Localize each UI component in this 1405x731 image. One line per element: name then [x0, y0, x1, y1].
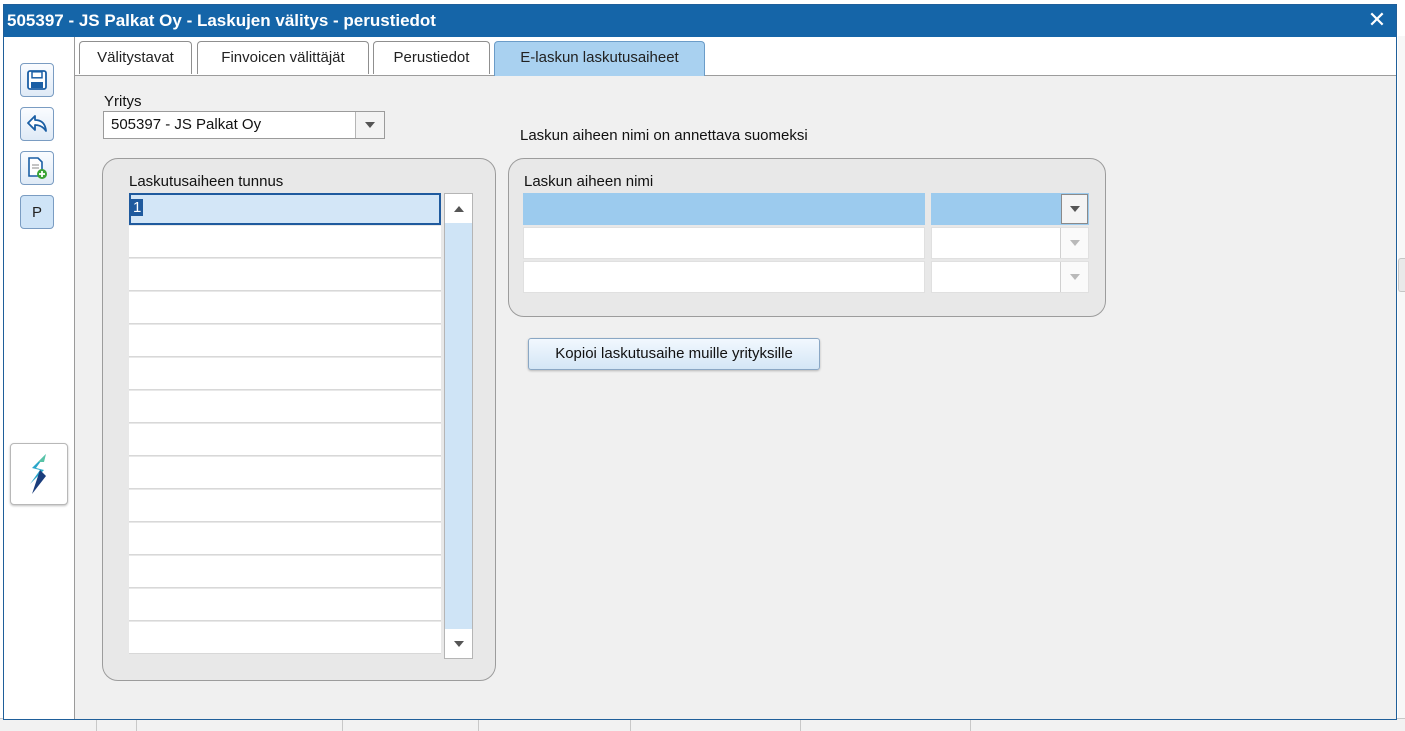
chevron-down-icon[interactable]: [1060, 262, 1088, 292]
dialog-window: 505397 - JS Palkat Oy - Laskujen välitys…: [3, 4, 1397, 720]
tab-perustiedot[interactable]: Perustiedot: [373, 41, 490, 74]
copy-subject-button[interactable]: Kopioi laskutusaihe muille yrityksille: [528, 338, 820, 370]
company-label: Yritys: [104, 93, 142, 110]
tab-valitystavat[interactable]: Välitystavat: [79, 41, 192, 74]
list-item[interactable]: [129, 259, 441, 291]
background-cell: [970, 719, 1291, 731]
background-side-tab: [1398, 258, 1405, 292]
list-item[interactable]: [129, 457, 441, 489]
company-select[interactable]: 505397 - JS Palkat Oy: [103, 111, 385, 139]
close-icon[interactable]: ✕: [1366, 9, 1388, 31]
main-content: Välitystavat Finvoicen välittäjät Perust…: [75, 37, 1396, 719]
app-logo-button[interactable]: [10, 443, 68, 505]
list-item[interactable]: [129, 589, 441, 621]
window-title: 505397 - JS Palkat Oy - Laskujen välitys…: [7, 11, 436, 30]
list-item[interactable]: [129, 424, 441, 456]
list-item[interactable]: [129, 358, 441, 390]
p-button[interactable]: P: [20, 195, 54, 229]
app-logo-icon: [30, 454, 46, 494]
company-select-value: 505397 - JS Palkat Oy: [111, 116, 262, 133]
language-notice: Laskun aiheen nimi on annettava suomeksi: [520, 127, 808, 144]
save-icon: [27, 70, 47, 90]
chevron-down-icon[interactable]: [355, 112, 384, 138]
list-item[interactable]: [129, 556, 441, 588]
tab-e-laskun-laskutusaiheet[interactable]: E-laskun laskutusaiheet: [494, 41, 705, 76]
subject-code-value[interactable]: 1: [131, 199, 144, 216]
save-button[interactable]: [20, 63, 54, 97]
subject-name-input[interactable]: [523, 261, 925, 293]
background-cell: [342, 719, 479, 731]
list-item[interactable]: [129, 391, 441, 423]
subject-name-input[interactable]: [523, 193, 925, 225]
background-cell: [478, 719, 631, 731]
subject-name-group: Laskun aiheen nimi: [508, 158, 1106, 317]
background-cell: [96, 719, 137, 731]
title-bar[interactable]: 505397 - JS Palkat Oy - Laskujen välitys…: [4, 5, 1396, 37]
chevron-down-icon[interactable]: [1061, 194, 1088, 224]
chevron-up-icon: [453, 205, 464, 212]
chevron-down-icon[interactable]: [1060, 228, 1088, 258]
list-item[interactable]: [129, 490, 441, 522]
background-cell: [136, 719, 343, 731]
language-select[interactable]: [931, 261, 1089, 293]
tab-bar: Välitystavat Finvoicen välittäjät Perust…: [75, 37, 1396, 76]
undo-button[interactable]: [20, 107, 54, 141]
scroll-up-button[interactable]: [445, 194, 472, 223]
list-item[interactable]: 1: [129, 193, 441, 225]
left-toolbar: P: [4, 37, 75, 719]
subject-name-header: Laskun aiheen nimi: [524, 173, 654, 190]
list-item[interactable]: [129, 292, 441, 324]
new-document-button[interactable]: [20, 151, 54, 185]
list-item[interactable]: [129, 325, 441, 357]
background-window-edge: [1398, 36, 1405, 718]
list-item[interactable]: [129, 226, 441, 258]
chevron-down-icon: [453, 640, 464, 647]
new-document-icon: [28, 157, 47, 179]
undo-icon: [27, 115, 47, 132]
scroll-down-button[interactable]: [445, 629, 472, 658]
list-item[interactable]: [129, 523, 441, 555]
subject-code-scrollbar[interactable]: [444, 193, 473, 659]
background-cell: [630, 719, 801, 731]
list-item[interactable]: [129, 622, 441, 654]
subject-code-header: Laskutusaiheen tunnus: [129, 173, 284, 190]
subject-name-input[interactable]: [523, 227, 925, 259]
subject-code-group: Laskutusaiheen tunnus 1: [102, 158, 496, 681]
language-select[interactable]: [931, 227, 1089, 259]
language-select[interactable]: [931, 193, 1089, 225]
background-cell: [800, 719, 971, 731]
tab-finvoicen-valittajat[interactable]: Finvoicen välittäjät: [197, 41, 369, 74]
